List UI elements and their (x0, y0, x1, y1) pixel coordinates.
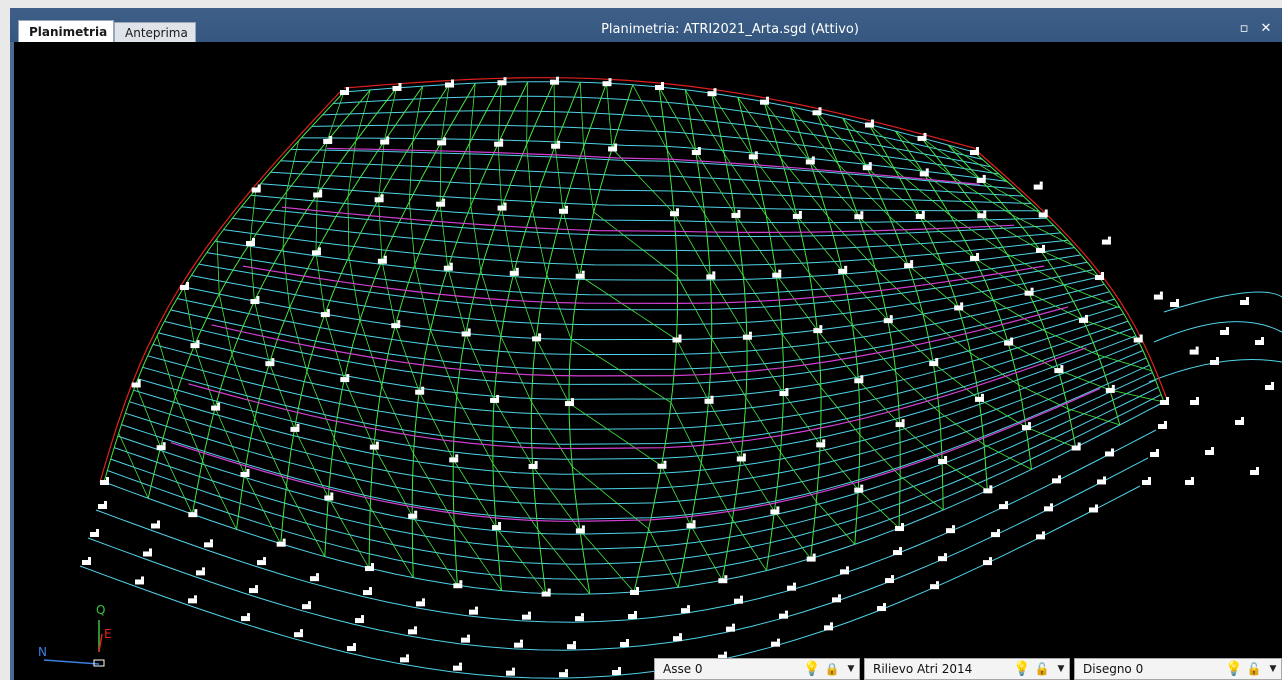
axis-e-label: E (104, 627, 112, 641)
close-icon[interactable]: ✕ (1258, 21, 1274, 37)
layer-status-bar: Asse 0 💡 🔒 ▼ Rilievo Atri 2014 💡 🔓 ▼ Dis… (654, 658, 1282, 680)
layer-label: Rilievo Atri 2014 (873, 662, 973, 676)
layer-selector-rilievo[interactable]: Rilievo Atri 2014 💡 🔓 ▼ (864, 658, 1070, 680)
contour-lines (79, 81, 1282, 679)
title-bar: Planimetria Anteprima Planimetria: ATRI2… (10, 8, 1282, 42)
layer-label: Disegno 0 (1083, 662, 1144, 676)
layer-label: Asse 0 (663, 662, 703, 676)
lock-open-icon[interactable]: 🔓 (1245, 660, 1263, 678)
bulb-icon[interactable]: 💡 (1225, 660, 1243, 678)
layer-selector-disegno[interactable]: Disegno 0 💡 🔓 ▼ (1074, 658, 1282, 680)
chevron-down-icon[interactable]: ▼ (1053, 664, 1069, 674)
planimetria-window: Planimetria Anteprima Planimetria: ATRI2… (10, 8, 1282, 680)
lock-closed-icon[interactable]: 🔒 (823, 660, 841, 678)
restore-icon[interactable]: ▫ (1236, 21, 1252, 37)
drawing-viewport[interactable]: Q E N Asse 0 💡 🔒 ▼ Rilievo Atri 2014 💡 🔓… (14, 42, 1282, 680)
lock-open-icon[interactable]: 🔓 (1033, 660, 1051, 678)
window-title: Planimetria: ATRI2021_Arta.sgd (Attivo) (601, 22, 859, 37)
axis-n-label: N (38, 645, 47, 659)
chevron-down-icon[interactable]: ▼ (1265, 664, 1281, 674)
layer-selector-asse[interactable]: Asse 0 💡 🔒 ▼ (654, 658, 860, 680)
terrain-model-canvas[interactable]: Q E N (14, 42, 1282, 680)
bulb-icon[interactable]: 💡 (803, 660, 821, 678)
bulb-icon[interactable]: 💡 (1013, 660, 1031, 678)
tab-anteprima[interactable]: Anteprima (114, 22, 196, 42)
axis-q-label: Q (96, 603, 105, 617)
chevron-down-icon[interactable]: ▼ (843, 664, 859, 674)
tab-planimetria[interactable]: Planimetria (18, 20, 114, 42)
axis-indicator: Q E N (38, 603, 112, 667)
